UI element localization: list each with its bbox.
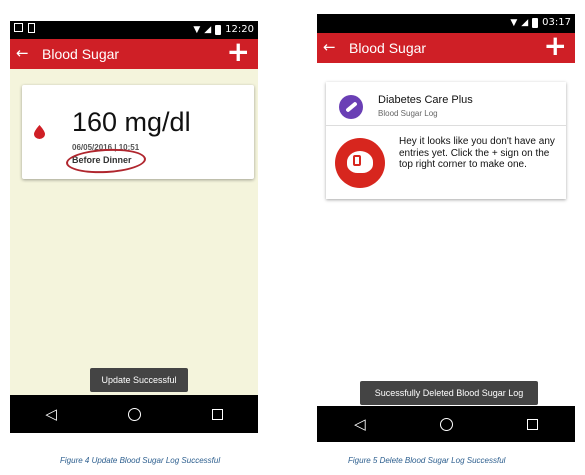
toast-message: Sucessfully Deleted Blood Sugar Log bbox=[360, 381, 538, 405]
nav-back-icon[interactable]: ◁ bbox=[45, 405, 57, 423]
card-header: Diabetes Care Plus Blood Sugar Log bbox=[326, 82, 566, 126]
nav-home-icon[interactable] bbox=[127, 407, 141, 421]
nav-back-icon[interactable]: ◁ bbox=[354, 415, 366, 433]
status-bar: ▼ ◢ 12:20 bbox=[10, 21, 258, 39]
status-time: 03:17 bbox=[542, 17, 571, 28]
app-toolbar: ← Blood Sugar + bbox=[10, 37, 258, 69]
nav-recent-icon[interactable] bbox=[211, 408, 223, 420]
app-subtitle: Blood Sugar Log bbox=[378, 109, 438, 118]
blood-drop-icon bbox=[34, 125, 45, 139]
back-arrow-icon[interactable]: ← bbox=[16, 44, 29, 62]
phone-notification-icon bbox=[28, 23, 35, 33]
sugar-reading: 160 mg/dl bbox=[72, 107, 191, 137]
empty-state-card: Diabetes Care Plus Blood Sugar Log Hey i… bbox=[326, 82, 566, 199]
battery-icon bbox=[532, 17, 539, 28]
battery-icon bbox=[215, 24, 222, 35]
nav-recent-icon[interactable] bbox=[526, 418, 538, 430]
phone-screen-delete: ▼ ◢ 03:17 ← Blood Sugar + Diabetes Care … bbox=[317, 14, 575, 442]
status-time: 12:20 bbox=[225, 24, 254, 35]
heart-monitor-icon bbox=[335, 138, 385, 188]
figure-caption: Figure 4 Update Blood Sugar Log Successf… bbox=[60, 456, 221, 465]
add-plus-icon[interactable]: + bbox=[227, 37, 250, 67]
blood-sugar-entry-card[interactable]: 160 mg/dl 06/05/2016 | 10:51 Before Dinn… bbox=[22, 85, 254, 179]
app-toolbar: ← Blood Sugar + bbox=[317, 31, 575, 63]
image-notification-icon bbox=[14, 23, 23, 32]
signal-icon: ◢ bbox=[204, 24, 212, 35]
page-title: Blood Sugar bbox=[42, 46, 120, 62]
wifi-icon: ▼ bbox=[193, 24, 201, 35]
figure-caption: Figure 5 Delete Blood Sugar Log Successf… bbox=[348, 456, 506, 465]
app-name: Diabetes Care Plus bbox=[378, 94, 473, 106]
wifi-icon: ▼ bbox=[510, 17, 518, 28]
navigation-bar: ◁ bbox=[317, 406, 575, 442]
back-arrow-icon[interactable]: ← bbox=[323, 38, 336, 56]
phone-screen-update: ▼ ◢ 12:20 ← Blood Sugar + 160 mg/dl 06/0… bbox=[10, 21, 258, 433]
nav-home-icon[interactable] bbox=[439, 417, 453, 431]
navigation-bar: ◁ bbox=[10, 395, 258, 433]
page-title: Blood Sugar bbox=[349, 40, 427, 56]
app-logo-icon bbox=[339, 95, 363, 119]
status-bar: ▼ ◢ 03:17 bbox=[317, 14, 575, 33]
add-plus-icon[interactable]: + bbox=[544, 31, 567, 61]
toast-message: Update Successful bbox=[90, 368, 188, 392]
empty-state-message: Hey it looks like you don't have any ent… bbox=[399, 136, 555, 170]
signal-icon: ◢ bbox=[521, 17, 529, 28]
